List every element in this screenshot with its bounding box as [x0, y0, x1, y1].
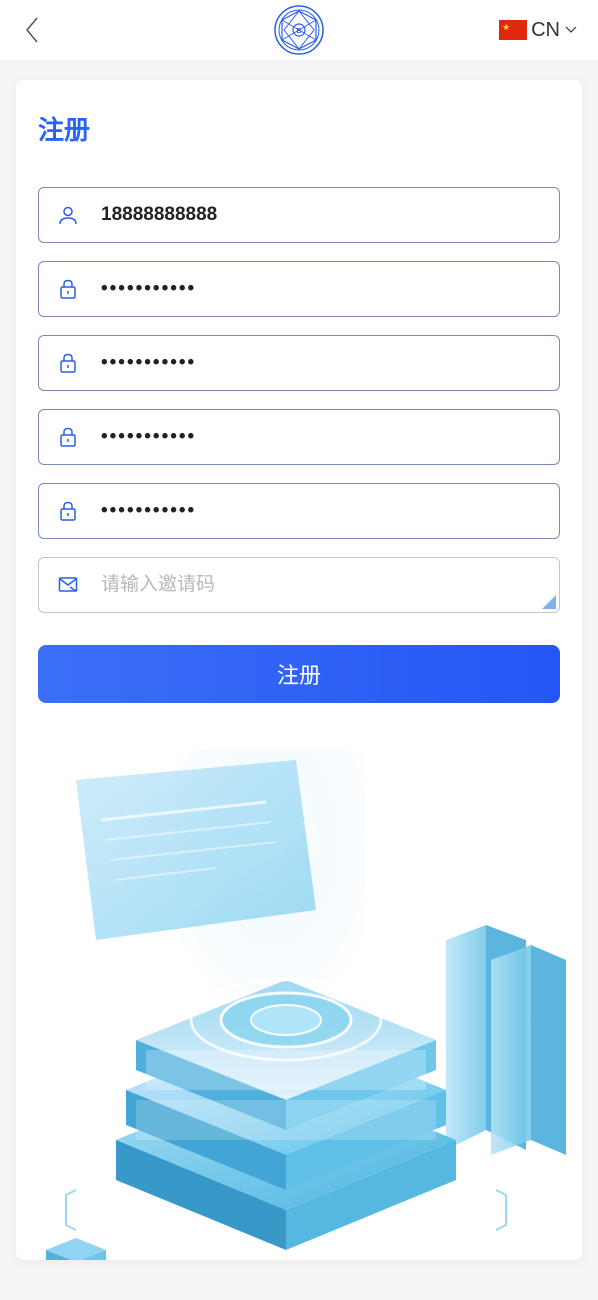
lock-icon [57, 278, 79, 300]
lock-icon [57, 426, 79, 448]
user-icon [57, 204, 79, 226]
register-button[interactable]: 注册 [38, 645, 560, 703]
chevron-down-icon [564, 25, 578, 35]
password-input-group-3 [38, 409, 560, 465]
language-label: CN [531, 19, 560, 42]
password-input-2[interactable] [101, 352, 541, 374]
phone-input-group [38, 187, 560, 243]
flag-cn-icon [499, 20, 527, 40]
envelope-icon [57, 574, 79, 596]
language-switcher[interactable]: CN [499, 19, 578, 42]
resize-handle-icon [542, 595, 556, 609]
phone-input[interactable] [101, 204, 541, 226]
lock-icon [57, 352, 79, 374]
chevron-left-icon [23, 15, 41, 45]
app-logo: B [274, 5, 324, 55]
lock-icon [57, 500, 79, 522]
password-input-group-4 [38, 483, 560, 539]
password-input-1[interactable] [101, 278, 541, 300]
password-input-3[interactable] [101, 426, 541, 448]
password-input-group-2 [38, 335, 560, 391]
password-input-4[interactable] [101, 500, 541, 522]
back-button[interactable] [20, 18, 44, 42]
decorative-illustration [16, 750, 582, 1260]
password-input-group-1 [38, 261, 560, 317]
page-title: 注册 [38, 110, 560, 147]
invite-input-group [38, 557, 560, 613]
header: B CN [0, 0, 598, 60]
svg-text:B: B [296, 28, 301, 35]
register-card: 注册 [16, 80, 582, 1260]
invite-code-input[interactable] [101, 574, 541, 596]
